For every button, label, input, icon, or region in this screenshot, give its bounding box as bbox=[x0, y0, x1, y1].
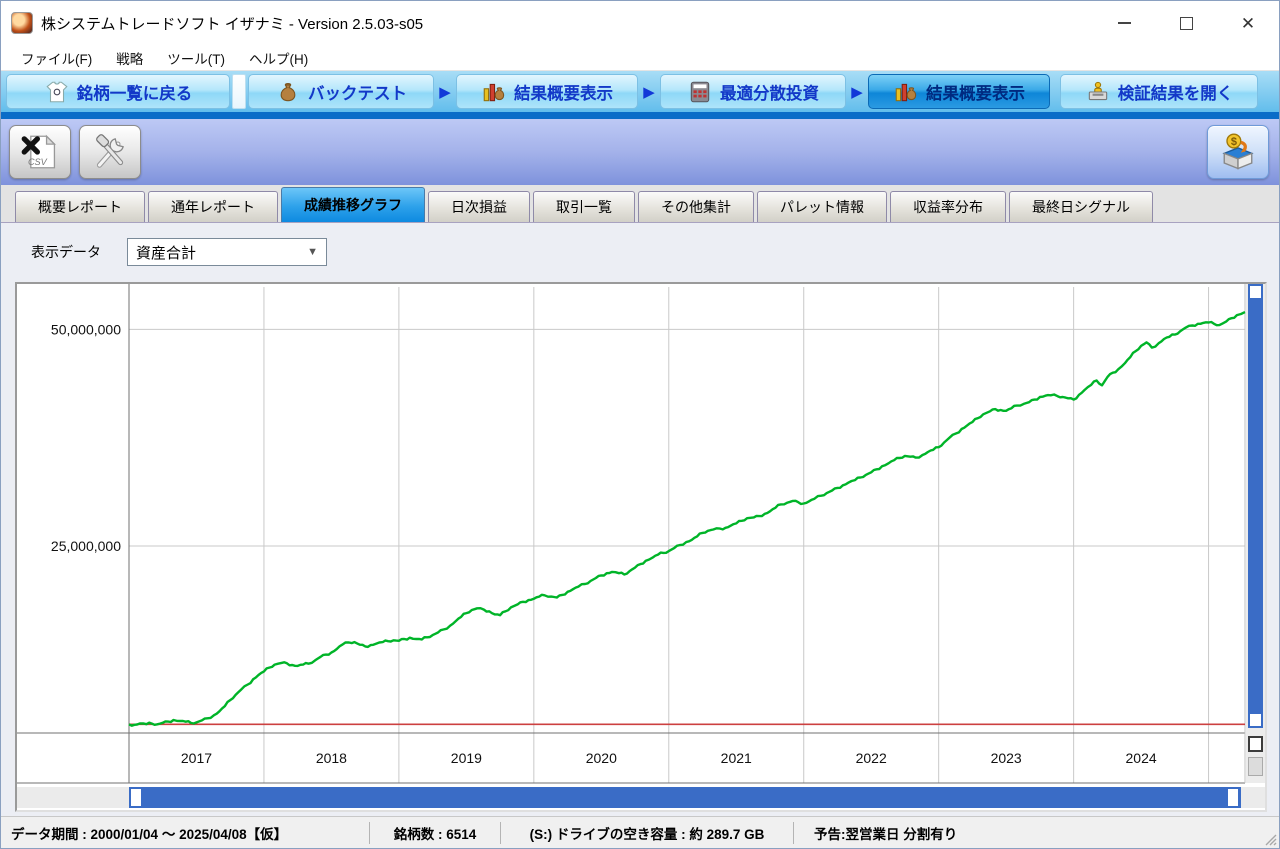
calculator-icon bbox=[690, 81, 710, 102]
nav-open-verification-results-button[interactable]: 検証結果を開く bbox=[1060, 74, 1258, 109]
status-next-day-notice: 予告:翌営業日 分割有り bbox=[814, 826, 958, 842]
nav-button-label: 結果概要表示 bbox=[514, 84, 613, 103]
svg-text:2018: 2018 bbox=[316, 750, 347, 766]
nav-accent-strip bbox=[1, 112, 1279, 119]
sack-icon bbox=[280, 82, 296, 101]
maximize-icon bbox=[1179, 16, 1193, 30]
workflow-arrow-icon: ▶ bbox=[851, 83, 863, 101]
display-data-value: 資産合計 bbox=[136, 244, 197, 262]
vertical-range-scrollbar[interactable] bbox=[1248, 284, 1263, 728]
svg-text:50,000,000: 50,000,000 bbox=[51, 321, 121, 337]
title-bar: 株システムトレードソフト イザナミ - Version 2.5.03-s05 ✕ bbox=[1, 1, 1279, 45]
chart-option-button[interactable] bbox=[1248, 736, 1263, 752]
svg-text:2024: 2024 bbox=[1126, 750, 1157, 766]
horizontal-scroll-track bbox=[17, 787, 1265, 808]
equity-curve-chart: 25,000,000 50,000,000 2017 2018 2019 2020 2021… bbox=[17, 284, 1246, 786]
tab-summary-report[interactable]: 概要レポート bbox=[15, 191, 145, 222]
minimize-button[interactable] bbox=[1093, 1, 1155, 45]
svg-text:2023: 2023 bbox=[991, 750, 1022, 766]
v-scrollbar-top-handle[interactable] bbox=[1250, 286, 1261, 298]
toolbar: CSV $ bbox=[1, 119, 1279, 185]
open-results-icon bbox=[1088, 81, 1107, 100]
maximize-button[interactable] bbox=[1155, 1, 1217, 45]
nav-button-label: バックテスト bbox=[308, 84, 407, 103]
settings-tools-button[interactable] bbox=[79, 125, 141, 179]
equity-chart-panel: 25,000,000 50,000,000 2017 2018 2019 2020 2021… bbox=[15, 282, 1267, 812]
tab-palette-info[interactable]: パレット情報 bbox=[757, 191, 887, 222]
money-box-icon: $ bbox=[1222, 133, 1254, 170]
display-data-select[interactable]: 資産合計 ▼ bbox=[127, 238, 327, 266]
svg-text:2021: 2021 bbox=[721, 750, 752, 766]
app-icon[interactable] bbox=[11, 12, 33, 34]
export-csv-button[interactable]: CSV bbox=[9, 125, 71, 179]
nav-button-label: 結果概要表示 bbox=[926, 84, 1025, 103]
tab-last-day-signal[interactable]: 最終日シグナル bbox=[1009, 191, 1153, 222]
report-tab-bar: 概要レポート 通年レポート 成績推移グラフ 日次損益 取引一覧 その他集計 パレ… bbox=[1, 185, 1279, 223]
nav-result-summary-button[interactable]: 結果概要表示 bbox=[456, 74, 638, 109]
tab-performance-graph[interactable]: 成績推移グラフ bbox=[281, 187, 425, 222]
menu-tools[interactable]: ツール(T) bbox=[155, 45, 237, 71]
nav-optimal-diversification-button[interactable]: 最適分散投資 bbox=[660, 74, 846, 109]
svg-text:2017: 2017 bbox=[181, 750, 212, 766]
svg-text:25,000,000: 25,000,000 bbox=[51, 538, 121, 554]
chevron-down-icon: ▼ bbox=[307, 246, 318, 258]
tab-daily-pl[interactable]: 日次損益 bbox=[428, 191, 530, 222]
tab-return-distribution[interactable]: 収益率分布 bbox=[890, 191, 1006, 222]
v-scrollbar-bottom-handle[interactable] bbox=[1250, 714, 1261, 726]
tab-yearly-report[interactable]: 通年レポート bbox=[148, 191, 278, 222]
menu-help[interactable]: ヘルプ(H) bbox=[237, 45, 320, 71]
close-icon: ✕ bbox=[1240, 13, 1256, 33]
status-bar: データ期間 : 2000/01/04 ～ 2025/04/08【仮】 銘柄数 :… bbox=[1, 816, 1279, 848]
menu-file[interactable]: ファイル(F) bbox=[9, 45, 104, 71]
svg-text:CSV: CSV bbox=[28, 157, 48, 167]
vertical-scroll-strip bbox=[1246, 284, 1265, 783]
csv-file-icon: CSV bbox=[21, 134, 57, 169]
app-window: 株システムトレードソフト イザナミ - Version 2.5.03-s05 ✕… bbox=[0, 0, 1280, 849]
window-title: 株システムトレードソフト イザナミ - Version 2.5.03-s05 bbox=[41, 15, 424, 33]
nav-button-label: 最適分散投資 bbox=[720, 84, 819, 103]
h-scrollbar-left-handle[interactable] bbox=[131, 789, 141, 806]
svg-text:2020: 2020 bbox=[586, 750, 617, 766]
chart-option-button-disabled[interactable] bbox=[1248, 757, 1263, 776]
status-data-period: データ期間 : 2000/01/04 ～ 2025/04/08【仮】 bbox=[11, 826, 288, 842]
workflow-arrow-icon: ▶ bbox=[643, 83, 655, 101]
nav-result-summary-active-button[interactable]: 結果概要表示 bbox=[868, 74, 1050, 109]
svg-text:2022: 2022 bbox=[856, 750, 887, 766]
tab-other-aggregation[interactable]: その他集計 bbox=[638, 191, 754, 222]
workflow-arrow-icon: ▶ bbox=[439, 83, 451, 101]
graph-page: 表示データ 資産合計 ▼ 25,000,000 50,000,000 2017 201… bbox=[1, 223, 1279, 818]
shirt-icon bbox=[46, 81, 68, 102]
bar-chart-icon bbox=[895, 83, 917, 101]
menu-strategy[interactable]: 戦略 bbox=[104, 45, 155, 71]
h-scrollbar-right-handle[interactable] bbox=[1228, 789, 1238, 806]
menu-bar: ファイル(F) 戦略 ツール(T) ヘルプ(H) bbox=[1, 45, 1279, 71]
nav-separator bbox=[232, 74, 246, 109]
svg-text:$: $ bbox=[1231, 136, 1237, 148]
resize-grip[interactable] bbox=[1263, 832, 1277, 846]
svg-text:2019: 2019 bbox=[451, 750, 482, 766]
nav-button-label: 銘柄一覧に戻る bbox=[76, 84, 193, 103]
status-drive-free-space: (S:) ドライブの空き容量 : 約 289.7 GB bbox=[529, 826, 765, 842]
tab-trade-list[interactable]: 取引一覧 bbox=[533, 191, 635, 222]
status-symbol-count: 銘柄数 : 6514 bbox=[393, 826, 477, 842]
bar-chart-icon bbox=[483, 83, 505, 101]
nav-button-label: 検証結果を開く bbox=[1117, 84, 1234, 103]
nav-back-to-stock-list-button[interactable]: 銘柄一覧に戻る bbox=[6, 74, 230, 109]
close-button[interactable]: ✕ bbox=[1217, 1, 1279, 45]
wrench-hammer-icon bbox=[96, 134, 124, 168]
nav-backtest-button[interactable]: バックテスト bbox=[248, 74, 434, 109]
minimize-icon bbox=[1117, 22, 1131, 24]
workflow-nav-bar: 銘柄一覧に戻る バックテスト ▶ 結果概要表示 ▶ 最適分散投資 ▶ 結果概要表… bbox=[1, 71, 1279, 112]
display-data-label: 表示データ bbox=[31, 244, 101, 260]
fund-settings-button[interactable]: $ bbox=[1207, 125, 1269, 179]
horizontal-range-scrollbar[interactable] bbox=[129, 787, 1241, 808]
